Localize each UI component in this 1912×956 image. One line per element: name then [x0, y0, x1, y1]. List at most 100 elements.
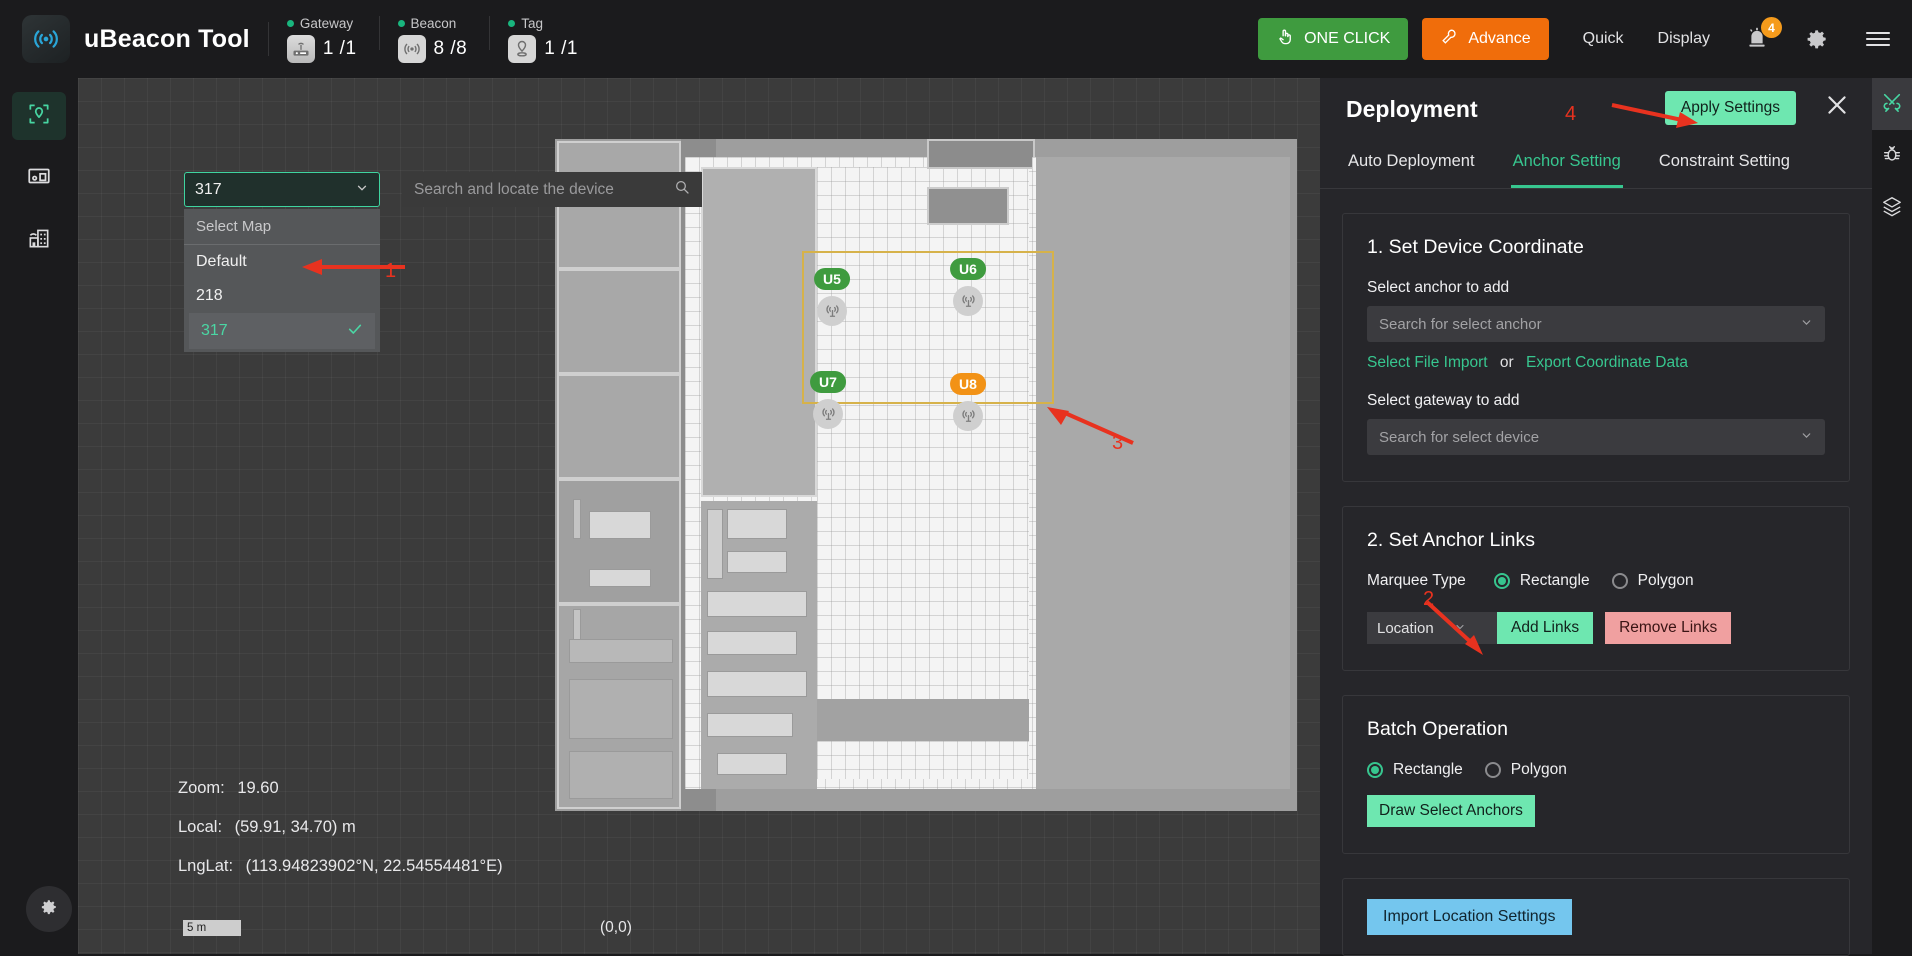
one-click-label: ONE CLICK — [1304, 30, 1391, 47]
search-icon[interactable] — [674, 179, 690, 200]
annotation-number-1: 1 — [385, 260, 397, 282]
tag-pin-icon — [508, 34, 537, 63]
close-icon[interactable] — [1824, 92, 1850, 123]
status-beacon-label: Beacon — [397, 15, 468, 31]
right-sidebar-item-debug[interactable] — [1872, 130, 1912, 182]
batch-polygon-radio[interactable] — [1484, 762, 1501, 778]
left-sidebar — [0, 78, 78, 954]
chevron-down-icon — [355, 181, 369, 198]
app-header: uBeacon Tool Gateway 1 /1 Beacon 8 /8 Ta… — [0, 0, 1912, 78]
batch-rectangle-radio[interactable] — [1367, 762, 1383, 778]
anchor-antenna-icon[interactable] — [953, 401, 983, 431]
anchor-antenna-icon[interactable] — [817, 296, 847, 326]
anchor-u6-label[interactable]: U6 — [950, 258, 986, 280]
zoom-value: 19.60 — [237, 779, 279, 797]
batch-operation-card: Batch Operation Rectangle Polygon Draw S… — [1342, 695, 1850, 854]
search-input[interactable]: Search and locate the device — [402, 172, 702, 207]
hamburger-menu-icon[interactable] — [1864, 27, 1892, 51]
export-coordinate-data-link[interactable]: Export Coordinate Data — [1526, 354, 1688, 371]
annotation-arrow-3 — [1047, 407, 1134, 445]
panel-tabs: Auto Deployment Anchor Setting Constrain… — [1320, 140, 1872, 189]
set-device-coordinate-card: 1. Set Device Coordinate Select anchor t… — [1342, 213, 1850, 482]
map-select-value: 317 — [195, 180, 222, 198]
status-gateway-value: 1 /1 — [322, 37, 357, 59]
annotation-number-3: 3 — [1112, 432, 1124, 454]
status-counters: Gateway 1 /1 Beacon 8 /8 Tag 1 /1 — [286, 15, 582, 63]
map-info-overlay: Zoom: 19.60 Local: (59.91, 34.70) m LngL… — [178, 779, 503, 896]
anchor-u8-label[interactable]: U8 — [950, 373, 986, 395]
draw-select-anchors-button[interactable]: Draw Select Anchors — [1367, 795, 1535, 827]
section-2-title: 2. Set Anchor Links — [1367, 529, 1536, 551]
status-gateway-label: Gateway — [286, 15, 357, 31]
lnglat-value: (113.94823902°N, 22.54554481°E) — [245, 857, 503, 875]
marquee-polygon-label[interactable]: Polygon — [1638, 572, 1694, 590]
marquee-rectangle-label[interactable]: Rectangle — [1520, 572, 1590, 590]
status-beacon-value: 8 /8 — [433, 37, 468, 59]
annotation-number-4: 4 — [1565, 103, 1577, 125]
status-dot-icon — [508, 19, 516, 27]
marquee-polygon-radio[interactable] — [1611, 573, 1628, 589]
map-pin-icon — [26, 101, 52, 132]
gear-icon[interactable] — [1804, 26, 1830, 52]
tab-anchor-setting[interactable]: Anchor Setting — [1510, 140, 1623, 188]
status-gateway-text: Gateway — [299, 15, 354, 31]
anchor-u7-label[interactable]: U7 — [810, 371, 846, 393]
quick-menu[interactable]: Quick — [1583, 30, 1624, 48]
anchor-u5-label[interactable]: U5 — [814, 268, 850, 290]
sidebar-item-building[interactable] — [12, 216, 66, 264]
remove-links-button[interactable]: Remove Links — [1605, 612, 1732, 644]
floorplan — [555, 139, 1297, 811]
select-anchor-input[interactable]: Search for select anchor — [1367, 306, 1825, 342]
tab-constraint-setting[interactable]: Constraint Setting — [1657, 140, 1792, 188]
app-logo — [22, 15, 70, 63]
device-panel-icon — [26, 163, 52, 194]
status-dot-icon — [286, 19, 294, 27]
dropdown-option-317[interactable]: 317 — [189, 313, 375, 349]
status-beacon: Beacon 8 /8 — [397, 15, 468, 63]
select-file-import-link[interactable]: Select File Import — [1367, 354, 1488, 371]
right-sidebar-item-layers[interactable] — [1872, 182, 1912, 234]
building-icon — [26, 225, 52, 256]
anchor-antenna-icon[interactable] — [953, 286, 983, 316]
chevron-down-icon — [1800, 429, 1813, 445]
add-links-button[interactable]: Add Links — [1497, 612, 1594, 644]
select-gateway-input[interactable]: Search for select device — [1367, 419, 1825, 455]
deployment-panel: Deployment Apply Settings Auto Deploymen… — [1320, 78, 1872, 956]
dropdown-option-317-label: 317 — [201, 322, 228, 339]
section-1-title: 1. Set Device Coordinate — [1367, 236, 1584, 258]
display-menu[interactable]: Display — [1658, 30, 1710, 48]
sidebar-settings-button[interactable] — [26, 886, 72, 932]
marquee-rectangle-radio[interactable] — [1493, 573, 1510, 589]
tab-auto-deployment[interactable]: Auto Deployment — [1346, 140, 1477, 188]
map-select-trigger[interactable]: 317 — [184, 172, 380, 207]
or-text: or — [1499, 354, 1514, 371]
advance-button[interactable]: Advance — [1422, 18, 1549, 60]
status-tag-label: Tag — [508, 16, 578, 31]
header-divider — [267, 22, 269, 56]
lnglat-label: LngLat: — [178, 857, 234, 875]
anchor-antenna-icon[interactable] — [813, 399, 843, 429]
batch-polygon-label[interactable]: Polygon — [1511, 761, 1567, 779]
right-sidebar-item-tools[interactable] — [1872, 78, 1912, 130]
hand-click-icon — [1276, 27, 1295, 51]
status-tag-value: 1 /1 — [544, 37, 578, 59]
status-tag-text: Tag — [521, 15, 544, 31]
local-label: Local: — [178, 818, 223, 836]
one-click-button[interactable]: ONE CLICK — [1258, 18, 1409, 60]
batch-rectangle-label[interactable]: Rectangle — [1393, 761, 1463, 779]
sidebar-item-map[interactable] — [12, 92, 66, 140]
layers-icon — [1881, 195, 1903, 222]
import-location-settings-button[interactable]: Import Location Settings — [1367, 899, 1572, 935]
alarm-bell-icon[interactable]: 4 — [1744, 17, 1782, 52]
sidebar-item-devices[interactable] — [12, 154, 66, 202]
right-sidebar — [1872, 78, 1912, 954]
map-canvas[interactable]: U5 U6 U7 U8 Zoom: 19.60 Local: (59.91, 3… — [78, 78, 1320, 954]
status-beacon-text: Beacon — [410, 15, 457, 31]
map-scale-bar: 5 m — [183, 920, 241, 936]
select-anchor-placeholder: Search for select anchor — [1379, 315, 1542, 333]
select-gateway-label: Select gateway to add — [1367, 392, 1520, 409]
check-icon — [347, 321, 363, 341]
annotation-arrow-4 — [1611, 103, 1698, 128]
header-divider — [489, 15, 491, 50]
status-gateway: Gateway 1 /1 — [286, 15, 357, 63]
